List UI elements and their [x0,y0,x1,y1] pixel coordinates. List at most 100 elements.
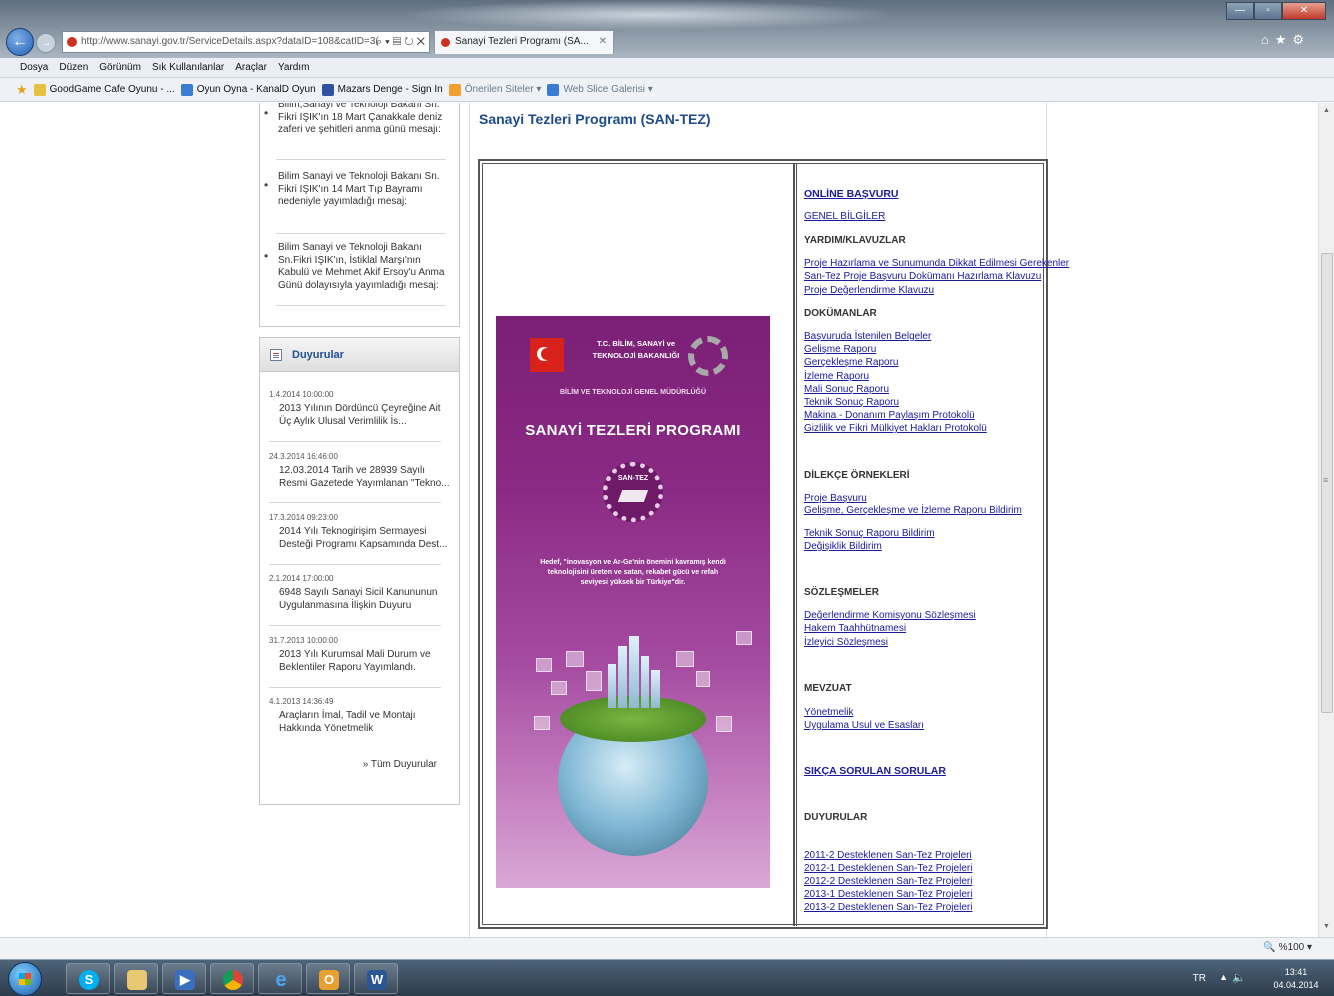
poster-ministry: T.C. BİLİM, SANAYİ ve TEKNOLOJİ BAKANLIĞ… [592,339,680,360]
poster-seal-text: SAN-TEZ [617,475,649,482]
page-viewport: Bilim,Sanayi ve Teknoloji Bakanı Sn. Fik… [0,103,1318,937]
close-button[interactable]: ✕ [1282,2,1326,20]
ie-taskbar-button[interactable]: e [258,963,302,994]
zoom-control[interactable]: 🔍 %100 ▾ [1263,942,1312,953]
menu-favorites[interactable]: Sık Kullanılanlar [152,62,224,73]
supported-projects-link[interactable]: 2013-1 Desteklenen San-Tez Projeleri [804,889,972,900]
volume-icon[interactable]: 🔈 [1232,971,1246,984]
news-item[interactable]: Bilim,Sanayi ve Teknoloji Bakanı Sn. Fik… [264,103,454,137]
divider [269,564,441,565]
table-divider [796,164,797,926]
announcement-item[interactable]: 31.7.2013 10:00:00 2013 Yılı Kurumsal Ma… [269,636,451,674]
outlook-taskbar-button[interactable]: O [306,963,350,994]
menu-duzen[interactable]: Düzen [59,62,88,73]
supported-projects-link[interactable]: 2013-2 Desteklenen San-Tez Projeleri [804,902,972,913]
petition-link[interactable]: Gelişme, Gerçekleşme ve İzleme Raporu Bi… [804,505,1022,516]
announcement-item[interactable]: 1.4.2014 10:00:00 2013 Yılının Dördüncü … [269,390,451,428]
document-link[interactable]: Gizlilik ve Fikri Mülkiyet Hakları Proto… [804,423,987,434]
scroll-down-arrow-icon[interactable]: ▼ [1323,923,1330,930]
petition-link[interactable]: Proje Başvuru [804,493,867,504]
menu-dosya[interactable]: Dosya [20,62,48,73]
language-indicator[interactable]: TR [1193,973,1206,984]
all-announcements-link[interactable]: » Tüm Duyurular [363,759,437,770]
vertical-scrollbar[interactable]: ▲ ≡ ▼ [1318,103,1334,937]
legislation-link[interactable]: Yönetmelik [804,707,853,718]
fav-mazars[interactable]: Mazars Denge - Sign In [321,83,443,96]
skype-taskbar-button[interactable]: S [66,963,110,994]
section-heading: DOKÜMANLAR [804,308,877,319]
general-info-link[interactable]: GENEL BİLGİLER [804,211,885,222]
divider [269,441,441,442]
contract-link[interactable]: İzleyici Sözleşmesi [804,637,888,648]
menu-yardim[interactable]: Yardım [278,62,310,73]
menu-gorunum[interactable]: Görünüm [99,62,141,73]
contract-link[interactable]: Değerlendirme Komisyonu Sözleşmesi [804,610,976,621]
maximize-button[interactable]: ▫ [1254,2,1282,20]
guide-link[interactable]: Proje Hazırlama ve Sunumunda Dikkat Edil… [804,258,1069,269]
fav-goodgame[interactable]: GoodGame Cafe Oyunu - ... [33,83,175,96]
favorites-star-icon[interactable]: ★ [1275,32,1293,47]
announcement-item[interactable]: 24.3.2014 16:46:00 12.03.2014 Tarih ve 2… [269,452,451,490]
home-icon[interactable]: ⌂ [1261,32,1275,47]
media-player-taskbar-button[interactable]: ▶ [162,963,206,994]
document-link[interactable]: Gerçekleşme Raporu [804,357,898,368]
address-bar[interactable]: http://www.sanayi.gov.tr/ServiceDetails.… [62,31,430,53]
announcements-box: Duyurular 1.4.2014 10:00:00 2013 Yılının… [259,337,460,805]
tray-expand-icon[interactable]: ▲ [1219,972,1228,982]
news-item[interactable]: Bilim Sanayi ve Teknoloji Bakanı Sn. Fik… [264,171,454,209]
supported-projects-link[interactable]: 2011-2 Desteklenen San-Tez Projeleri [804,850,972,861]
document-link[interactable]: Başvuruda İstenilen Belgeler [804,331,931,342]
forward-button[interactable]: → [36,33,56,53]
skype-icon: S [79,970,99,990]
announcement-item[interactable]: 17.3.2014 09:23:00 2014 Yılı Teknogirişi… [269,513,451,551]
fav-kanald[interactable]: Oyun Oyna - KanalD Oyun [180,83,316,96]
main-content: Sanayi Tezleri Programı (SAN-TEZ) T.C. B… [469,103,1069,937]
announcement-item[interactable]: 2.1.2014 17:00:00 6948 Sayılı Sanayi Sic… [269,574,451,612]
toolbar-icons[interactable]: ⌂★⚙ [1261,32,1310,48]
clock[interactable]: 13:41 04.04.2014 [1266,966,1326,992]
faq-link[interactable]: SIKÇA SORULAN SORULAR [804,765,946,777]
minimize-button[interactable]: — [1226,2,1254,20]
word-taskbar-button[interactable]: W [354,963,398,994]
favorites-star-icon[interactable]: ★ [16,82,28,98]
guide-link[interactable]: San-Tez Proje Başvuru Dokümanı Hazırlama… [804,271,1041,282]
document-link[interactable]: Mali Sonuç Raporu [804,384,889,395]
supported-projects-link[interactable]: 2012-2 Desteklenen San-Tez Projeleri [804,876,972,887]
petition-link[interactable]: Teknik Sonuç Raporu Bildirim [804,528,935,539]
browser-titlebar: — ▫ ✕ ← → http://www.sanayi.gov.tr/Servi… [0,0,1334,58]
announcement-text[interactable]: 2013 Yılı Kurumsal Mali Durum ve Beklent… [269,649,451,674]
announcement-text[interactable]: 2013 Yılının Dördüncü Çeyreğine Ait Üç A… [269,403,451,428]
supported-projects-link[interactable]: 2012-1 Desteklenen San-Tez Projeleri [804,863,972,874]
announcement-text[interactable]: Araçların İmal, Tadil ve Montajı Hakkınd… [269,710,451,735]
fav-web-slice[interactable]: Web Slice Galerisi ▾ [547,83,653,96]
poster-directorate: BİLİM VE TEKNOLOJİ GENEL MÜDÜRLÜĞÜ [559,389,707,396]
gear-icon[interactable]: ⚙ [1292,32,1310,47]
goodgame-icon [33,83,46,96]
online-application-link[interactable]: ONLİNE BAŞVURU [804,188,899,200]
announcement-text[interactable]: 6948 Sayılı Sanayi Sicil Kanununun Uygul… [269,587,451,612]
announcement-item[interactable]: 4.1.2013 14:36:49 Araçların İmal, Tadil … [269,697,451,735]
fav-suggested-sites[interactable]: Önerilen Siteler ▾ [448,83,541,96]
table-divider [793,164,795,926]
legislation-link[interactable]: Uygulama Usul ve Esasları [804,720,924,731]
start-button[interactable] [8,962,42,996]
back-button[interactable]: ← [6,28,34,56]
announcement-text[interactable]: 2014 Yılı Teknogirişim Sermayesi Desteği… [269,526,451,551]
guide-link[interactable]: Proje Değerlendirme Klavuzu [804,285,934,296]
petition-link[interactable]: Değişiklik Bildirim [804,541,882,552]
announcements-title: Duyurular [292,348,344,361]
address-tools-icon[interactable]: ⌕ ▾ ▤ ↻ ✕ [376,32,425,52]
scroll-up-arrow-icon[interactable]: ▲ [1323,107,1330,114]
explorer-taskbar-button[interactable] [114,963,158,994]
news-item[interactable]: Bilim Sanayi ve Teknoloji Bakanı Sn.Fikr… [264,242,454,292]
active-tab[interactable]: Sanayi Tezleri Programı (SA... ✕ [434,30,614,54]
document-link[interactable]: Makina - Donanım Paylaşım Protokolü [804,410,975,421]
menu-araclar[interactable]: Araçlar [235,62,267,73]
announcement-text[interactable]: 12.03.2014 Tarih ve 28939 Sayılı Resmi G… [269,465,451,490]
document-link[interactable]: Teknik Sonuç Raporu [804,397,899,408]
chrome-taskbar-button[interactable] [210,963,254,994]
tab-close-icon[interactable]: ✕ [599,31,607,53]
document-link[interactable]: İzleme Raporu [804,371,869,382]
document-link[interactable]: Gelişme Raporu [804,344,876,355]
contract-link[interactable]: Hakem Taahhütnamesi [804,623,906,634]
